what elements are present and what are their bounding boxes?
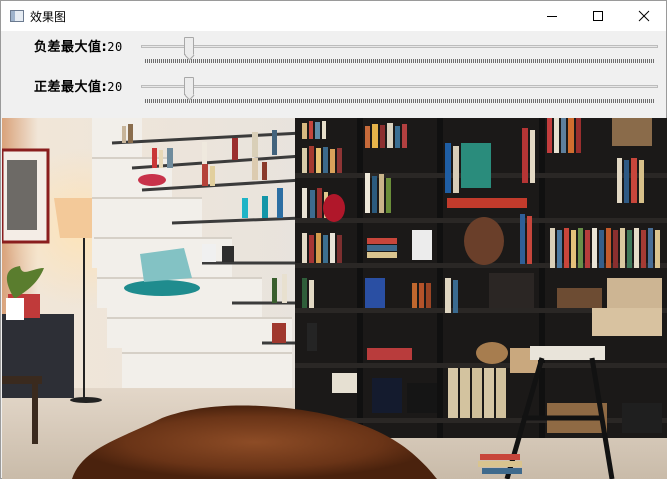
positive-max-slider[interactable] xyxy=(141,77,658,103)
negative-max-slider[interactable] xyxy=(141,37,658,63)
minimize-icon xyxy=(547,16,557,17)
negative-max-control: 负差最大值:20 xyxy=(1,33,666,63)
slider-groove[interactable] xyxy=(141,45,658,48)
maximize-button[interactable] xyxy=(575,1,621,31)
positive-max-control: 正差最大值:20 xyxy=(1,73,666,103)
maximize-icon xyxy=(593,11,603,21)
slider-groove[interactable] xyxy=(141,85,658,88)
room-scene xyxy=(2,118,667,479)
slider-ticks xyxy=(145,59,655,63)
result-image xyxy=(2,118,667,479)
close-button[interactable] xyxy=(621,1,667,31)
window-title: 效果图 xyxy=(30,10,67,24)
app-window: 效果图 负差最大值:20 正差最大值:20 xyxy=(0,0,667,479)
positive-max-label: 正差最大值:20 xyxy=(34,80,123,95)
slider-ticks xyxy=(145,99,655,103)
slider-handle[interactable] xyxy=(184,77,194,95)
negative-max-value: 20 xyxy=(107,40,123,54)
positive-max-label-text: 正差最大值 xyxy=(34,80,102,95)
app-window-icon xyxy=(10,10,24,22)
minimize-button[interactable] xyxy=(529,1,575,31)
negative-max-label: 负差最大值:20 xyxy=(34,40,123,55)
slider-handle[interactable] xyxy=(184,37,194,55)
negative-max-label-text: 负差最大值 xyxy=(34,40,102,55)
close-icon xyxy=(638,10,650,22)
title-bar[interactable]: 效果图 xyxy=(1,1,666,31)
positive-max-value: 20 xyxy=(107,80,123,94)
